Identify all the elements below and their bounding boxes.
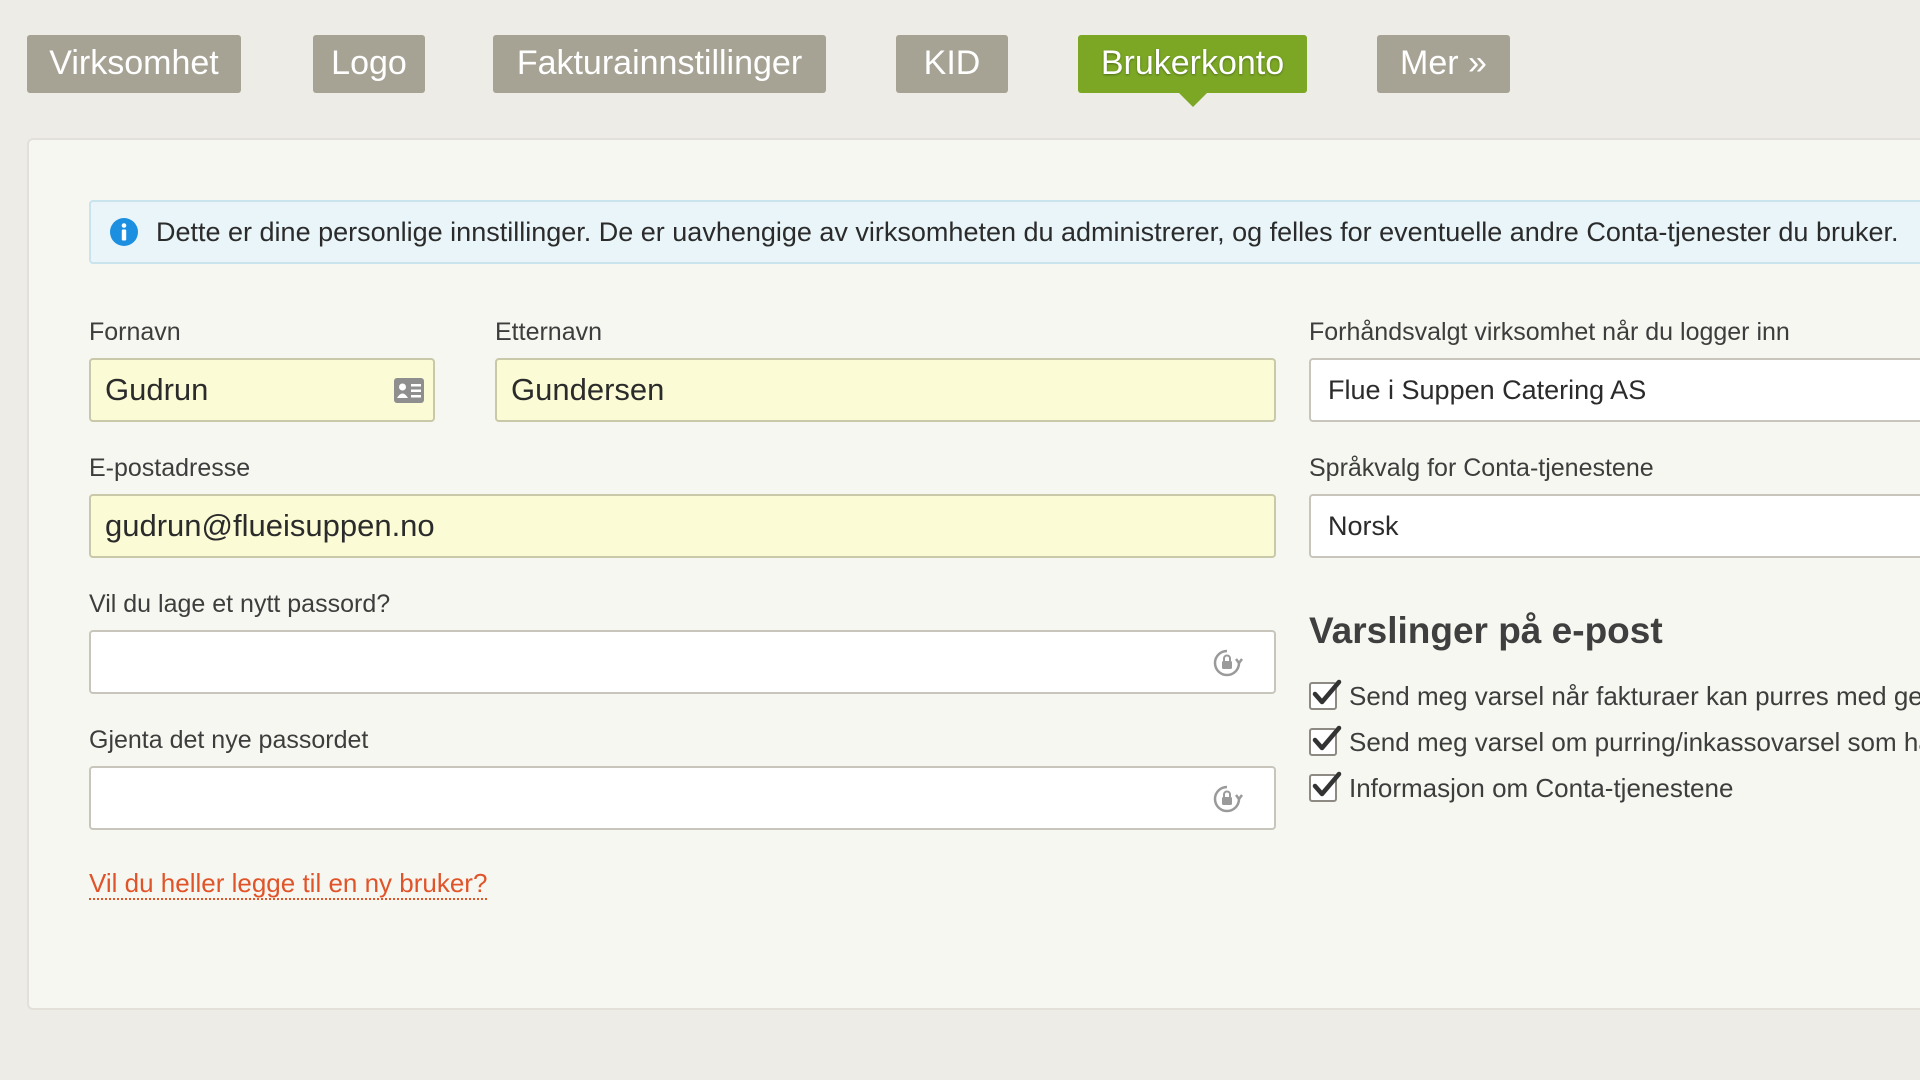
reminder-checkbox[interactable]	[1309, 679, 1342, 710]
email-label: E-postadresse	[89, 454, 251, 482]
repeat-password-label: Gjenta det nye passordet	[89, 726, 369, 754]
info-label: Informasjon om Conta-tjenestene	[1349, 773, 1734, 803]
password-lock-icon[interactable]	[1211, 648, 1243, 678]
collection-label: Send meg varsel om purring/inkassovarsel…	[1349, 727, 1920, 757]
notifications-heading: Varslinger på e-post	[1309, 610, 1663, 651]
info-banner: Dette er dine personlige innstillinger. …	[89, 200, 1920, 264]
language-value: Norsk	[1328, 511, 1399, 541]
info-text: Dette er dine personlige innstillinger. …	[156, 217, 1899, 247]
language-label: Språkvalg for Conta-tjenestene	[1309, 454, 1654, 482]
password-lock-icon[interactable]	[1211, 784, 1243, 814]
checkmark-icon	[1312, 679, 1342, 705]
info-icon	[110, 218, 138, 246]
language-select[interactable]: Norsk	[1309, 494, 1920, 558]
first-name-input[interactable]	[91, 360, 433, 420]
settings-panel: Dette er dine personlige innstillinger. …	[27, 138, 1920, 1010]
reminder-label: Send meg varsel når fakturaer kan purres…	[1349, 681, 1920, 711]
first-name-field-wrapper	[89, 358, 435, 422]
default-company-select[interactable]: Flue i Suppen Catering AS	[1309, 358, 1920, 422]
settings-tabs: Virksomhet Logo Fakturainnstillinger KID…	[27, 35, 1907, 107]
last-name-label: Etternavn	[495, 318, 603, 346]
email-field-wrapper	[89, 494, 1276, 558]
new-password-field-wrapper	[89, 630, 1276, 694]
tab-brukerkonto[interactable]: Brukerkonto	[1078, 35, 1307, 107]
tab-kid[interactable]: KID	[896, 35, 1008, 93]
checkmark-icon	[1312, 771, 1342, 797]
info-checkbox[interactable]	[1309, 771, 1342, 802]
last-name-field-wrapper	[495, 358, 1276, 422]
tab-logo[interactable]: Logo	[313, 35, 425, 93]
new-password-label: Vil du lage et nytt passord?	[89, 590, 391, 618]
last-name-input[interactable]	[497, 360, 1274, 420]
default-company-label: Forhåndsvalgt virksomhet når du logger i…	[1309, 318, 1790, 346]
add-new-user-link[interactable]: Vil du heller legge til en ny bruker?	[89, 868, 488, 900]
new-password-input[interactable]	[91, 632, 1274, 692]
checkmark-icon	[1312, 725, 1342, 751]
repeat-password-field-wrapper	[89, 766, 1276, 830]
tab-mer[interactable]: Mer »	[1377, 35, 1510, 93]
first-name-label: Fornavn	[89, 318, 181, 346]
default-company-value: Flue i Suppen Catering AS	[1328, 375, 1647, 405]
tab-fakturainnstillinger[interactable]: Fakturainnstillinger	[493, 35, 826, 93]
contact-card-icon[interactable]	[393, 376, 425, 406]
email-input[interactable]	[91, 496, 1274, 556]
repeat-password-input[interactable]	[91, 768, 1274, 828]
collection-checkbox[interactable]	[1309, 725, 1342, 756]
tab-virksomhet[interactable]: Virksomhet	[27, 35, 241, 93]
